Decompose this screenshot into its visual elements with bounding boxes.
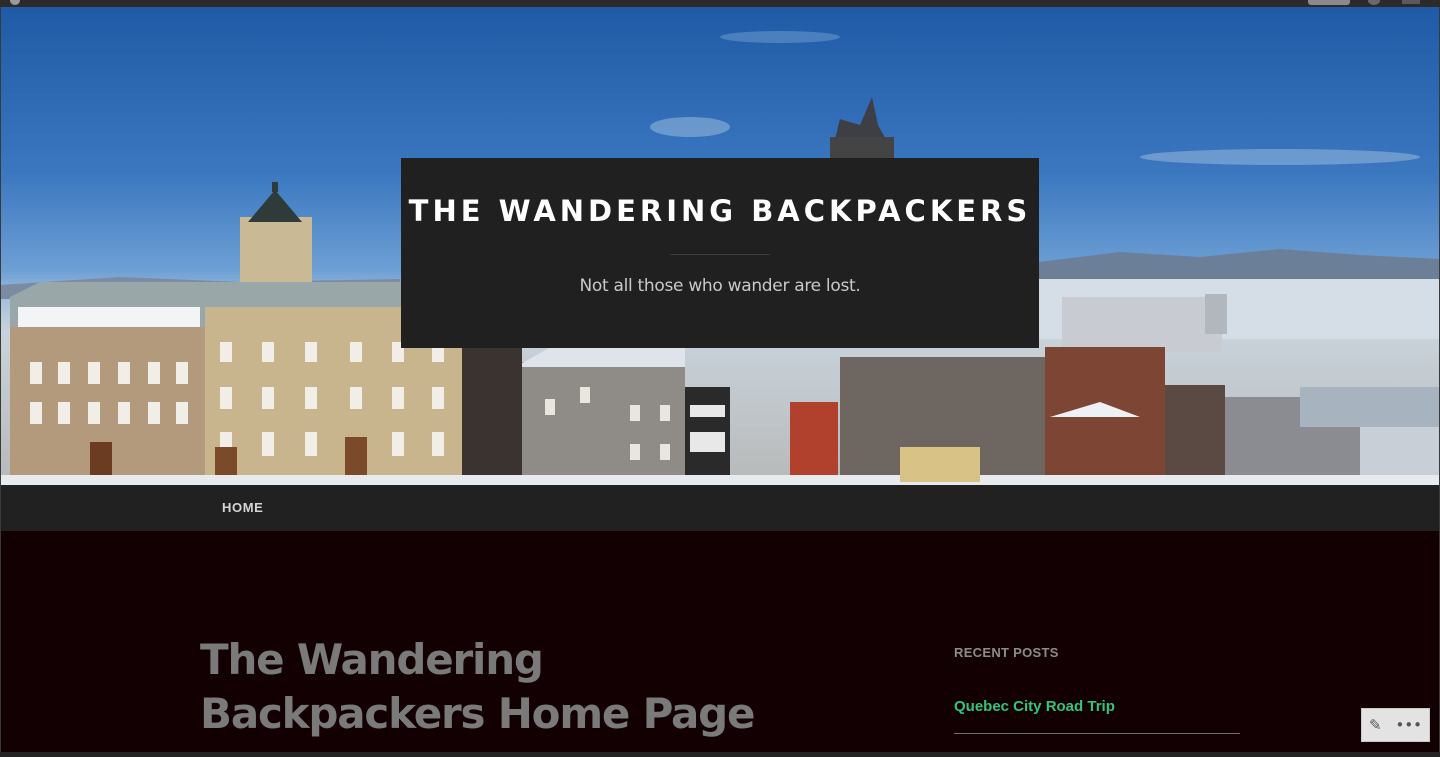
more-icon[interactable]: ••• [1395, 717, 1422, 733]
admin-logo-icon[interactable] [10, 0, 20, 5]
admin-account-icon[interactable] [1402, 0, 1420, 4]
title-divider [670, 254, 770, 255]
page: THE WANDERING BACKPACKERS Not all those … [0, 0, 1440, 757]
site-branding-box: THE WANDERING BACKPACKERS Not all those … [401, 158, 1039, 348]
pencil-icon[interactable]: ✎ [1369, 717, 1382, 733]
window-frame-bottom [0, 752, 1440, 757]
recent-posts-heading: RECENT POSTS [954, 645, 1059, 660]
window-frame-left [0, 7, 1, 757]
recent-post-link[interactable]: Quebec City Road Trip [954, 698, 1115, 715]
edit-widget[interactable]: ✎ ••• [1361, 708, 1430, 742]
nav-item-home[interactable]: HOME [222, 500, 263, 515]
admin-bar [0, 0, 1440, 7]
content-area: The Wandering Backpackers Home Page RECE… [0, 531, 1440, 757]
recent-posts-divider [954, 733, 1240, 734]
main-navigation: HOME [0, 485, 1440, 531]
admin-notification-icon[interactable] [1368, 0, 1380, 5]
page-title: The Wandering Backpackers Home Page [200, 635, 756, 738]
site-title[interactable]: THE WANDERING BACKPACKERS [401, 194, 1039, 228]
site-tagline: Not all those who wander are lost. [579, 276, 861, 296]
admin-bar-button[interactable] [1308, 0, 1350, 5]
header-image: THE WANDERING BACKPACKERS Not all those … [0, 7, 1440, 485]
